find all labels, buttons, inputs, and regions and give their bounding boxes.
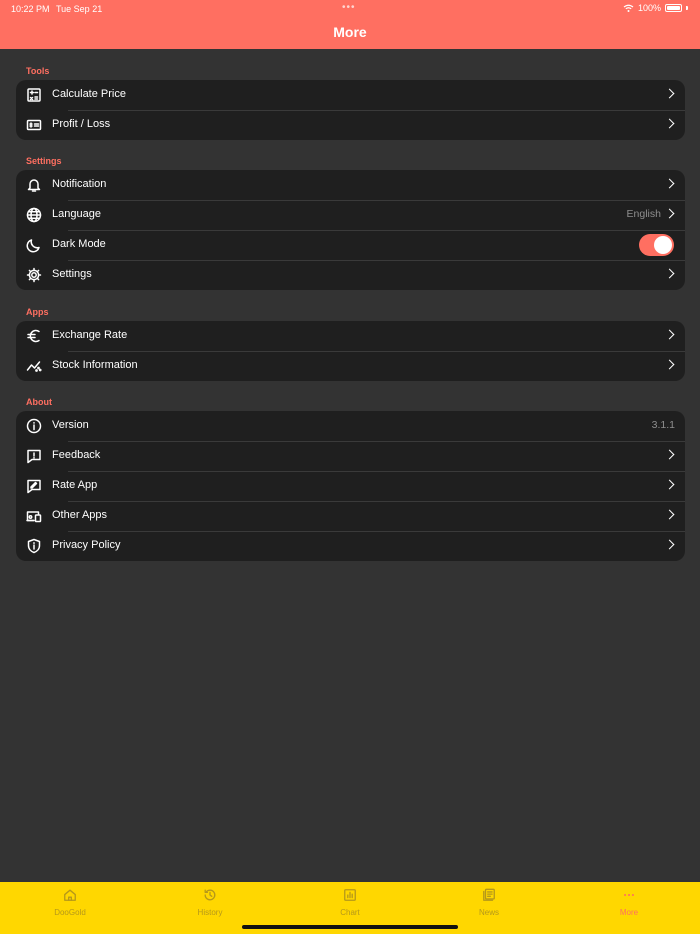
money-icon xyxy=(25,116,43,134)
dark-mode-toggle[interactable] xyxy=(639,234,674,256)
tab-label: DooGold xyxy=(54,908,86,917)
toggle-knob xyxy=(654,236,672,254)
row-label: Notification xyxy=(52,178,107,190)
chevron-right-icon xyxy=(664,268,675,279)
row-label: Privacy Policy xyxy=(52,539,121,551)
row-label: Settings xyxy=(52,268,92,280)
section-label-settings: Settings xyxy=(26,156,62,166)
row-label: Version xyxy=(52,419,89,431)
row-label: Other Apps xyxy=(52,509,108,521)
chevron-right-icon xyxy=(664,88,675,99)
battery-tip xyxy=(686,6,688,10)
tools-group: Calculate Price Profit / Loss xyxy=(16,80,685,140)
apps-group: Exchange Rate Stock Information xyxy=(16,321,685,381)
row-version: Version 3.1.1 xyxy=(16,411,685,441)
row-dark-mode: Dark Mode xyxy=(16,230,685,260)
settings-group: Notification Language English Dark Mode … xyxy=(16,170,685,290)
row-privacy-policy[interactable]: Privacy Policy xyxy=(16,531,685,561)
chart-icon xyxy=(344,889,356,901)
battery-icon xyxy=(665,4,682,12)
history-icon xyxy=(204,889,216,901)
tab-label: Chart xyxy=(340,908,360,917)
row-label: Profit / Loss xyxy=(52,118,111,130)
row-label: Dark Mode xyxy=(52,238,106,250)
home-indicator[interactable] xyxy=(242,925,458,929)
battery-percent: 100% xyxy=(637,3,661,13)
status-bar: 10:22 PM Tue Sep 21 ••• 100% xyxy=(0,0,700,18)
rate-icon xyxy=(25,477,43,495)
status-time: 10:22 PM xyxy=(11,4,50,14)
chevron-right-icon xyxy=(664,509,675,520)
globe-icon xyxy=(25,206,43,224)
tab-label: News xyxy=(478,908,499,917)
chevron-right-icon xyxy=(664,118,675,129)
row-calculate-price[interactable]: Calculate Price xyxy=(16,80,685,110)
shield-icon xyxy=(25,537,43,555)
chevron-right-icon xyxy=(664,479,675,490)
feedback-icon xyxy=(25,447,43,465)
more-screen: 10:22 PM Tue Sep 21 ••• 100% More Tools … xyxy=(0,0,700,934)
row-label: Rate App xyxy=(52,479,98,491)
status-indicators: 100% xyxy=(623,3,688,13)
chevron-right-icon xyxy=(664,449,675,460)
tab-chart[interactable]: Chart xyxy=(310,888,390,917)
row-notification[interactable]: Notification xyxy=(16,170,685,200)
tab-more[interactable]: More xyxy=(589,888,669,917)
tab-label: More xyxy=(619,908,639,917)
chevron-right-icon xyxy=(664,178,675,189)
info-icon xyxy=(25,417,43,435)
row-rate-app[interactable]: Rate App xyxy=(16,471,685,501)
tab-history[interactable]: History xyxy=(170,888,250,917)
more-icon xyxy=(624,893,634,897)
chevron-right-icon xyxy=(664,208,675,219)
moon-icon xyxy=(25,236,43,254)
row-language[interactable]: Language English xyxy=(16,200,685,230)
status-date: Tue Sep 21 xyxy=(56,4,103,14)
version-value: 3.1.1 xyxy=(651,419,675,431)
header: 10:22 PM Tue Sep 21 ••• 100% More xyxy=(0,0,700,49)
gear-icon xyxy=(25,266,43,284)
row-stock-information[interactable]: Stock Information xyxy=(16,351,685,381)
language-value: English xyxy=(626,208,661,220)
row-label: Language xyxy=(52,208,101,220)
bell-icon xyxy=(25,176,43,194)
row-label: Exchange Rate xyxy=(52,329,128,341)
chevron-right-icon xyxy=(664,359,675,370)
wifi-icon xyxy=(623,4,634,12)
page-title: More xyxy=(333,24,367,40)
row-exchange-rate[interactable]: Exchange Rate xyxy=(16,321,685,351)
euro-icon xyxy=(25,327,43,345)
row-feedback[interactable]: Feedback xyxy=(16,441,685,471)
multitasking-dots-icon[interactable]: ••• xyxy=(342,2,356,13)
row-profit-loss[interactable]: Profit / Loss xyxy=(16,110,685,140)
row-label: Calculate Price xyxy=(52,88,126,100)
row-other-apps[interactable]: Other Apps xyxy=(16,501,685,531)
section-label-tools: Tools xyxy=(26,66,50,76)
chevron-right-icon xyxy=(664,329,675,340)
row-label: Feedback xyxy=(52,449,101,461)
row-label: Stock Information xyxy=(52,359,138,371)
tab-doogold[interactable]: DooGold xyxy=(30,888,110,917)
news-icon xyxy=(483,888,495,901)
about-group: Version 3.1.1 Feedback Rate App Other Ap… xyxy=(16,411,685,561)
home-icon xyxy=(64,889,76,901)
chevron-right-icon xyxy=(664,539,675,550)
row-settings[interactable]: Settings xyxy=(16,260,685,290)
devices-icon xyxy=(25,507,43,525)
section-label-about: About xyxy=(26,397,52,407)
tab-news[interactable]: News xyxy=(449,888,529,917)
chart-line-icon xyxy=(25,357,43,375)
tab-label: History xyxy=(197,908,223,917)
calculator-icon xyxy=(25,86,43,104)
section-label-apps: Apps xyxy=(26,307,49,317)
